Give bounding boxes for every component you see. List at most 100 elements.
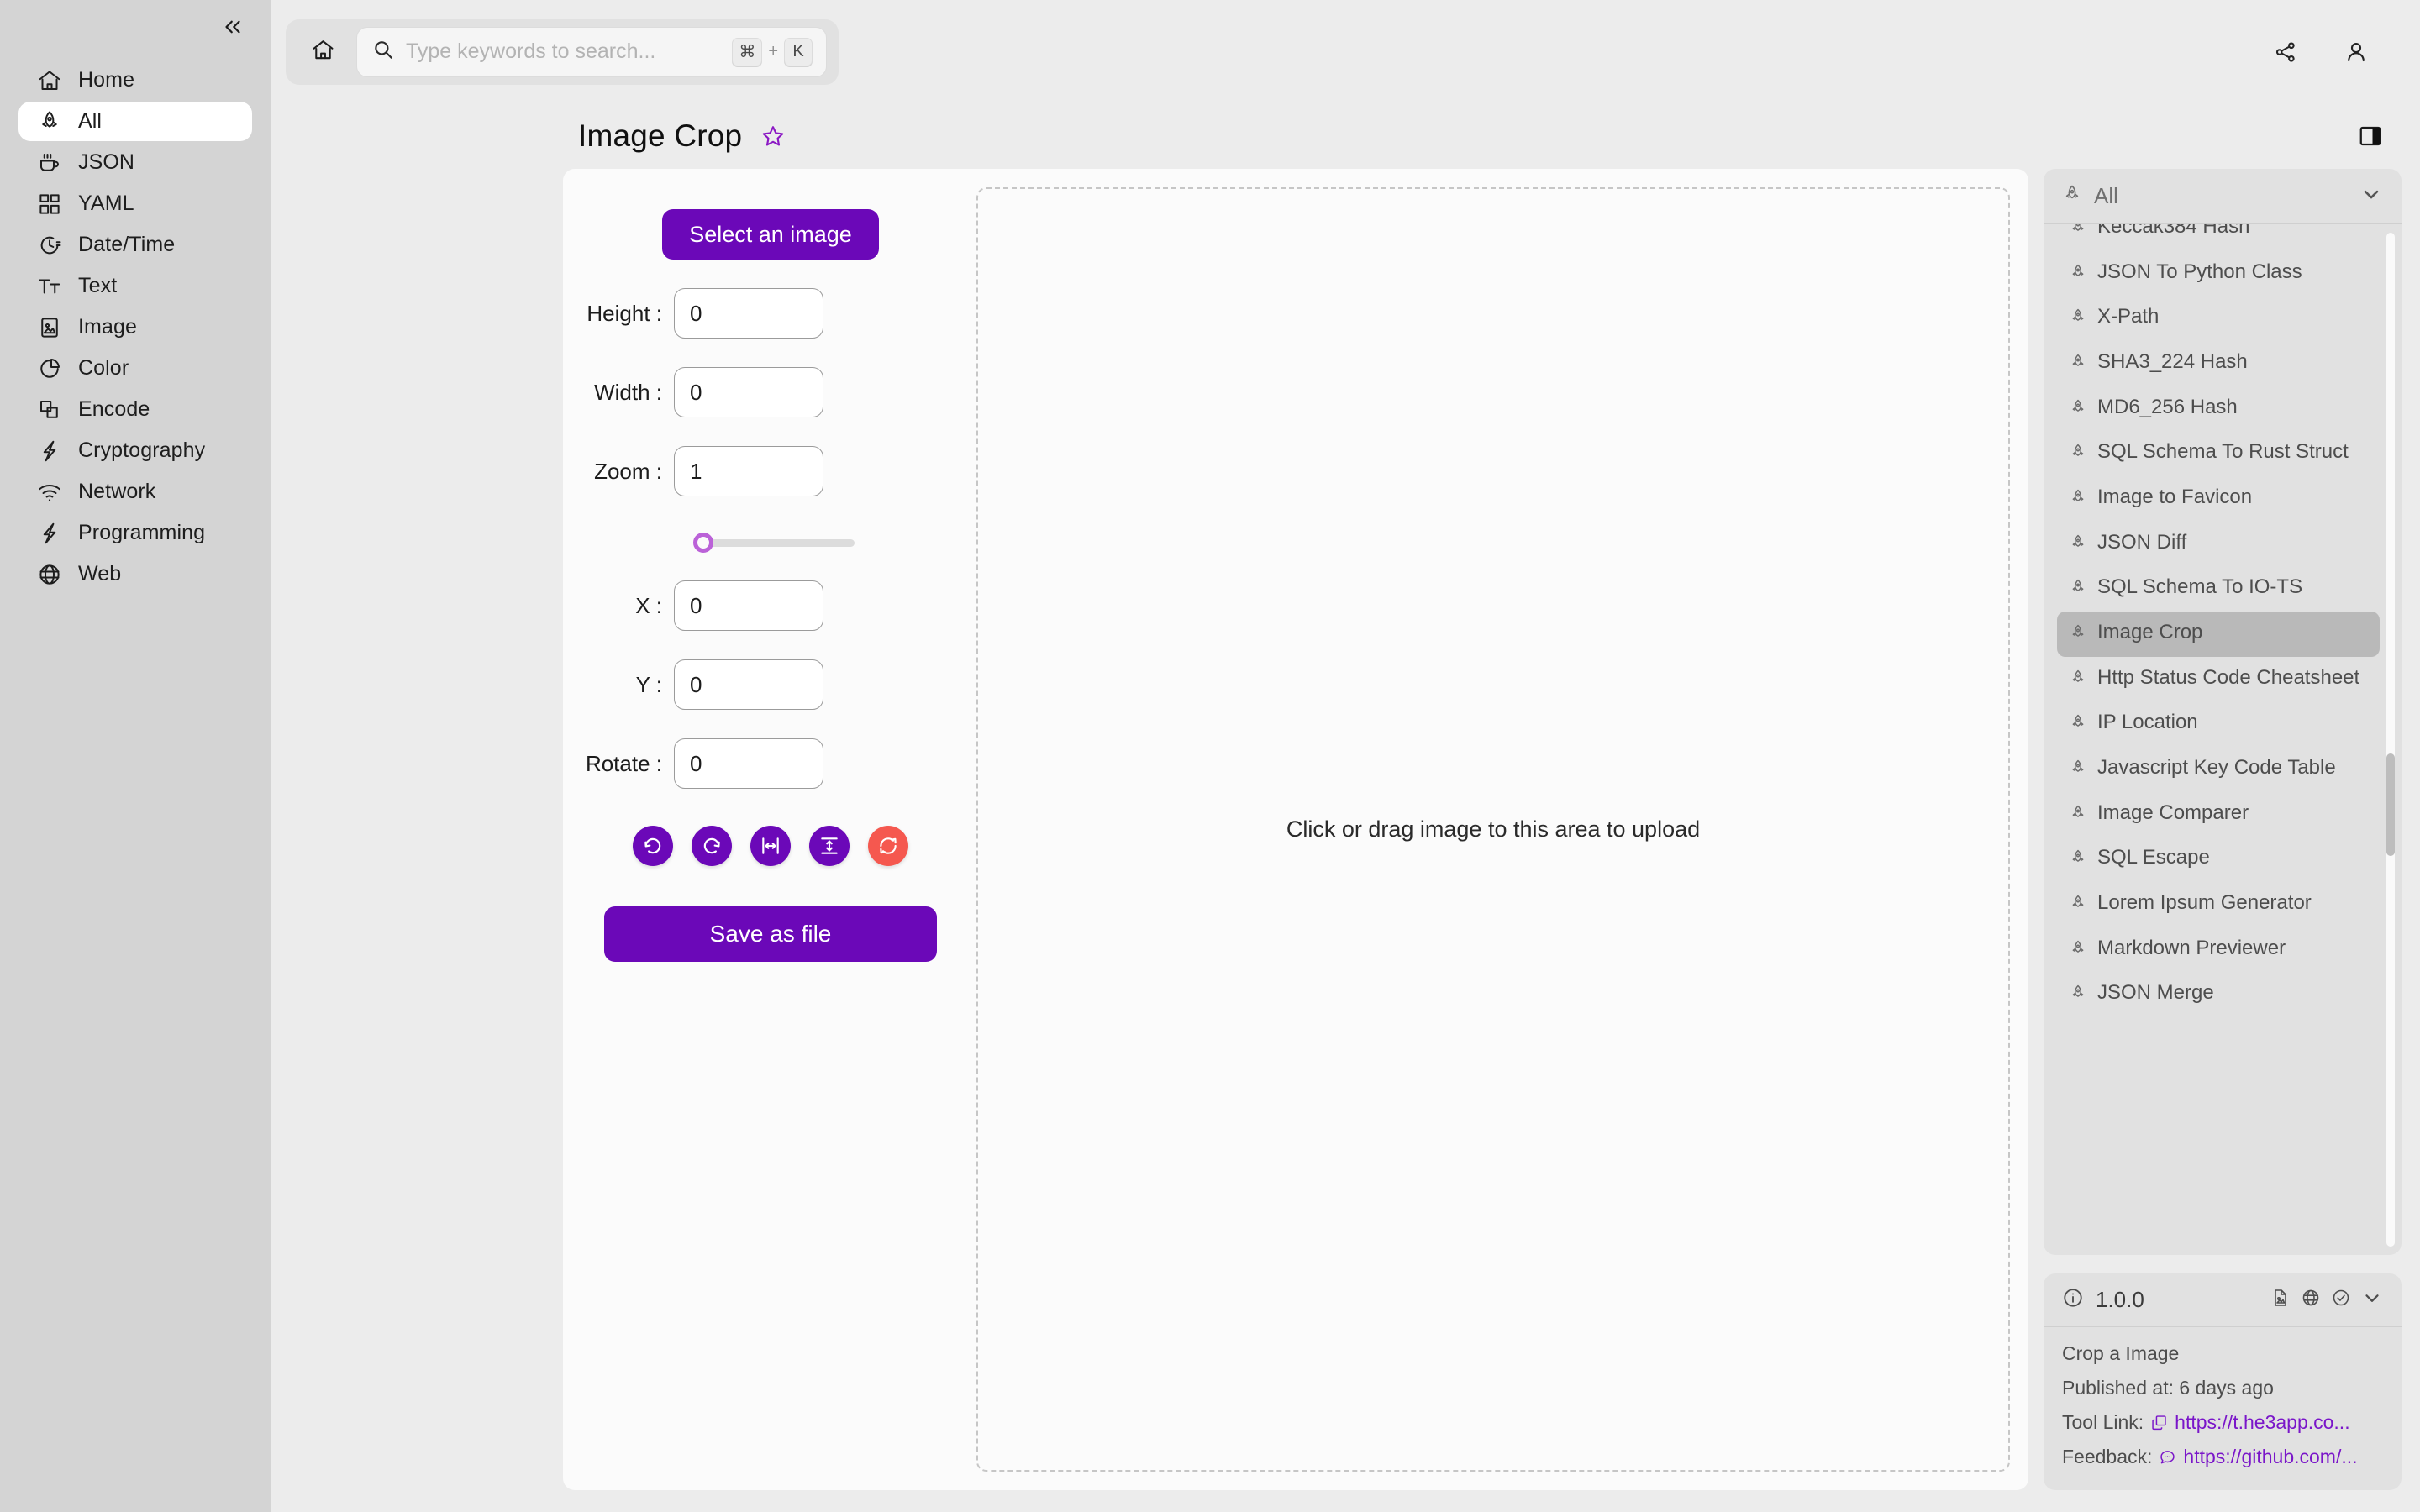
comment-icon[interactable]: [2159, 1448, 2176, 1466]
rocket-icon: [2069, 712, 2087, 739]
share-icon[interactable]: [2269, 35, 2302, 69]
sidebar-item-cryptography[interactable]: Cryptography: [18, 431, 252, 470]
search-input[interactable]: [406, 39, 721, 64]
tool-list-item[interactable]: JSON Merge: [2057, 972, 2380, 1017]
search-box[interactable]: ⌘ + K: [356, 26, 827, 77]
sidebar-item-label: Web: [78, 562, 122, 585]
tool-info-card: 1.0.0 Crop a Image Published at: 6 days …: [2044, 1273, 2402, 1490]
tool-list-item[interactable]: Keccak384 Hash: [2057, 224, 2380, 251]
tools-filter-dropdown[interactable]: All: [2044, 169, 2402, 224]
tool-list-item[interactable]: JSON Diff: [2057, 522, 2380, 567]
x-label: X :: [635, 592, 662, 618]
home-button[interactable]: [301, 30, 345, 74]
copy-icon[interactable]: [2150, 1414, 2168, 1431]
tool-link[interactable]: https://t.he3app.co...: [2175, 1411, 2349, 1434]
sidebar-item-programming[interactable]: Programming: [18, 513, 252, 553]
body: Select an image Height : Width : Zoom : X …: [271, 169, 2420, 1512]
tool-list-item[interactable]: Http Status Code Cheatsheet: [2057, 657, 2380, 702]
tool-list-item[interactable]: X-Path: [2057, 296, 2380, 341]
sidebar-item-date-time[interactable]: Date/Time: [18, 225, 252, 265]
tool-published: Published at: 6 days ago: [2062, 1377, 2274, 1399]
tools-list-scroll-thumb[interactable]: [2386, 753, 2395, 856]
sidebar-item-web[interactable]: Web: [18, 554, 252, 594]
tool-list-item[interactable]: JSON To Python Class: [2057, 251, 2380, 297]
panel-right-icon[interactable]: [2358, 123, 2383, 149]
bolt-icon: [37, 521, 62, 546]
tool-description: Crop a Image: [2062, 1342, 2180, 1364]
sidebar-collapse-button[interactable]: [18, 0, 252, 54]
tool-list-item[interactable]: SQL Schema To Rust Struct: [2057, 431, 2380, 476]
rotate-input[interactable]: [674, 738, 823, 789]
flip-horizontal-button[interactable]: [750, 826, 791, 866]
sidebar-item-label: JSON: [78, 150, 135, 174]
sidebar-item-network[interactable]: Network: [18, 472, 252, 512]
sidebar-item-all[interactable]: All: [18, 102, 252, 141]
rotate-label: Rotate :: [585, 750, 662, 776]
tool-link-row: Tool Link: https://t.he3app.co...: [2062, 1411, 2383, 1434]
tool-list-item[interactable]: SQL Schema To IO-TS: [2057, 566, 2380, 612]
tool-info-actions: [2270, 1287, 2383, 1313]
rocket-icon: [2069, 803, 2087, 830]
chevron-down-icon[interactable]: [2360, 182, 2383, 210]
tool-list-item[interactable]: MD6_256 Hash: [2057, 386, 2380, 432]
star-icon[interactable]: [760, 123, 786, 149]
globe-icon[interactable]: [2301, 1288, 2321, 1312]
reset-icon: [880, 837, 897, 854]
tool-list-item[interactable]: Lorem Ipsum Generator: [2057, 882, 2380, 927]
rocket-icon: [2069, 577, 2087, 604]
rotate-right-button[interactable]: [692, 826, 732, 866]
x-input[interactable]: [674, 580, 823, 631]
sidebar-item-yaml[interactable]: YAML: [18, 184, 252, 223]
sidebar-item-label: Programming: [78, 521, 206, 544]
tool-list-item[interactable]: Image Comparer: [2057, 792, 2380, 837]
rocket-icon: [2069, 938, 2087, 965]
zoom-slider[interactable]: [693, 533, 855, 553]
sidebar-item-image[interactable]: Image: [18, 307, 252, 347]
image-doc-icon[interactable]: [2270, 1288, 2291, 1312]
feedback-link[interactable]: https://github.com/...: [2183, 1446, 2357, 1468]
tool-list-item[interactable]: SQL Escape: [2057, 837, 2380, 882]
sidebar-item-text[interactable]: Text: [18, 266, 252, 306]
tool-list-item[interactable]: Markdown Previewer: [2057, 927, 2380, 973]
sidebar-item-home[interactable]: Home: [18, 60, 252, 100]
sidebar-item-encode[interactable]: Encode: [18, 390, 252, 429]
y-input[interactable]: [674, 659, 823, 710]
tool-list-item-label: SQL Schema To IO-TS: [2097, 575, 2303, 599]
check-circle-icon[interactable]: [2331, 1288, 2351, 1312]
tool-list-item[interactable]: IP Location: [2057, 701, 2380, 747]
rocket-icon: [2069, 397, 2087, 424]
chevron-down-icon[interactable]: [2361, 1287, 2383, 1313]
height-input[interactable]: [674, 288, 823, 339]
coffee-icon: [37, 150, 62, 176]
home-icon: [311, 38, 335, 66]
sidebar-item-json[interactable]: JSON: [18, 143, 252, 182]
image-file-icon: [37, 315, 62, 340]
y-label: Y :: [635, 671, 662, 697]
user-icon[interactable]: [2339, 35, 2373, 69]
rocket-icon: [2069, 533, 2087, 559]
rocket-icon: [2069, 262, 2087, 289]
tools-list-scrollbar[interactable]: [2386, 233, 2395, 1247]
app-root: Home All JSON YAML Date/Time Text Image Color En…: [0, 0, 2420, 1512]
tool-list-item[interactable]: Image to Favicon: [2057, 476, 2380, 522]
rotate-left-button[interactable]: [633, 826, 673, 866]
kbd-command: ⌘: [732, 37, 763, 66]
pie-chart-icon: [37, 356, 62, 381]
tool-list-item[interactable]: SHA3_224 Hash: [2057, 341, 2380, 386]
slider-thumb[interactable]: [693, 533, 713, 553]
zoom-input[interactable]: [674, 446, 823, 496]
info-icon: [2062, 1287, 2084, 1313]
upload-dropzone[interactable]: Click or drag image to this area to uplo…: [976, 187, 2010, 1472]
flip-vertical-button[interactable]: [809, 826, 850, 866]
tool-list-item-label: SQL Schema To Rust Struct: [2097, 440, 2349, 464]
save-as-file-button[interactable]: Save as file: [604, 906, 937, 962]
tool-list-item[interactable]: Image Crop: [2057, 612, 2380, 657]
left-sidebar: Home All JSON YAML Date/Time Text Image Color En…: [0, 0, 271, 1512]
tool-list-item[interactable]: Javascript Key Code Table: [2057, 747, 2380, 792]
sidebar-item-color[interactable]: Color: [18, 349, 252, 388]
width-input[interactable]: [674, 367, 823, 417]
reset-button[interactable]: [868, 826, 908, 866]
rocket-icon: [2069, 983, 2087, 1010]
dropzone-text: Click or drag image to this area to uplo…: [1286, 816, 1701, 842]
select-image-button[interactable]: Select an image: [662, 209, 879, 260]
